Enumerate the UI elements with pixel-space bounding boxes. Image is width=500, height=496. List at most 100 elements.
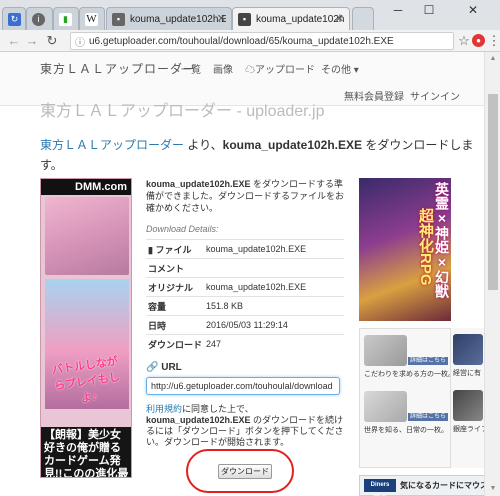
address-bar[interactable]: ⓘ u6.getuploader.com/touhoulal/download/… [70,32,454,50]
row-value: kouma_update102h.EXE [204,239,344,259]
terms-part: に同意した上で、 [182,403,254,414]
address-toolbar: ← → ↻ ⓘ u6.getuploader.com/touhoulal/dow… [0,30,500,52]
table-row: 日時 2016/05/03 11:29:14 [146,315,344,335]
minimize-button[interactable]: ─ [383,0,413,20]
upload-icon: ☁ [245,65,255,76]
page-heading: 東方ＬＡＬアップローダー より、kouma_update102h.EXE をダウ… [40,135,480,175]
tab-sync[interactable]: ↻ [2,7,26,30]
page-icon: ▪ [238,12,251,26]
tab-strip: ↻ i ▮ W ▪ kouma_update102h.EXE ✕ ▪ kouma… [0,0,500,30]
ad-text: 銀座ライフ [453,426,484,433]
tab-title: kouma_update102h.EXE [130,13,226,25]
row-key: 日時 [146,315,204,335]
row-key-label: ファイル [155,244,192,255]
scroll-thumb[interactable] [488,94,498,290]
maximize-button[interactable]: ☐ [414,0,444,20]
row-key: オリジナル [146,277,204,297]
row-key: 容量 [146,296,204,316]
tab-wikipedia[interactable]: W [79,7,105,30]
bookmark-star-icon[interactable]: ☆ [456,33,472,49]
scroll-up-icon[interactable]: ▲ [485,52,500,66]
browser-window: ↻ i ▮ W ▪ kouma_update102h.EXE ✕ ▪ kouma… [0,0,500,496]
terms-link[interactable]: 利用規約 [146,404,182,414]
row-value: 2016/05/03 11:29:14 [204,315,344,335]
row-value: 247 [204,334,344,354]
details-button[interactable]: 詳細はこちら [408,413,448,421]
tab-title: kouma_update102h.EXE [256,13,344,25]
download-panel: kouma_update102h.EXE をダウンロードする準備ができました。ダ… [146,178,348,448]
signal-icon: ▮ [59,12,72,26]
tab-info[interactable]: i [26,7,53,30]
terms-text: 利用規約に同意した上で、kouma_update102h.EXE のダウンロード… [146,404,348,448]
terms-file: kouma_update102h.EXE [146,414,251,425]
tab-download-1[interactable]: ▪ kouma_update102h.EXE ✕ [106,7,232,30]
ad-text: こだわりを求める方の一枚。 [364,371,451,378]
heading-file: kouma_update102h.EXE [222,138,363,152]
ad-text: 経営に有 [453,370,481,377]
row-value: kouma_update102h.EXE [204,277,344,297]
table-row: ダウンロード 247 [146,334,344,354]
details-button[interactable]: 詳細はこちら [408,357,448,365]
card-image [364,391,407,422]
url-text: u6.getuploader.com/touhoulal/download/65… [89,35,394,47]
tab-download-active[interactable]: ▪ kouma_update102h.EXE ✕ [232,7,350,30]
scroll-down-icon[interactable]: ▼ [485,482,500,496]
row-key: ▮ ファイル [146,239,204,259]
download-button[interactable]: ダウンロード [218,464,272,479]
nav-other-label: その他 [321,65,351,76]
wikipedia-icon: W [85,12,98,26]
card-ad-banner[interactable]: 詳細はこちら こだわりを求める方の一枚。 詳細はこちら 世界を知る、日常の一枚。 [359,328,451,468]
row-key: コメント [146,258,204,278]
forward-arrow-icon[interactable]: → [24,33,40,49]
nav-images[interactable]: 画像 [213,61,233,76]
nav-other[interactable]: その他 ▾ [321,61,359,76]
page-icon: ▪ [112,12,125,26]
lead-file: kouma_update102h.EXE [146,179,251,189]
details-label: Download Details: [146,224,219,234]
table-row: 容量 151.8 KB [146,296,344,316]
left-ad-banner[interactable]: DMM.com バトルしながらプレイもしよ♪ 【朗報】美少女好きの俺が贈るカード… [40,178,132,478]
nav-register[interactable]: 無料会員登録 [344,88,404,103]
uploader-link[interactable]: 東方ＬＡＬアップローダー [40,138,184,152]
page-title-behind: 東方ＬＡＬアップローダー - uploader.jp [40,103,325,120]
ad-caption: 【朗報】美少女好きの俺が贈るカードゲーム発見!!このの進化最高www [41,427,131,477]
table-row: コメント [146,258,344,278]
download-url-field[interactable]: http://u6.getuploader.com/touhoulal/down… [146,376,340,395]
nav-upload-label: アップロード [255,65,315,76]
chevron-down-icon: ▾ [351,65,359,76]
nav-upload[interactable]: ☁アップロード [245,61,315,76]
table-row: オリジナル kouma_update102h.EXE [146,277,344,297]
lead-text: kouma_update102h.EXE をダウンロードする準備ができました。ダ… [146,178,348,214]
link-icon: 🔗 [146,361,159,373]
close-icon[interactable]: ✕ [335,12,344,25]
heading-text: より、 [184,138,223,152]
site-brand[interactable]: 東方ＬＡＬアップローダー [40,60,196,77]
nav-list[interactable]: 一覧 [181,61,201,76]
extension-icon[interactable]: ● [472,34,485,47]
card-ad-banner-2[interactable]: 経営に有 銀座ライフ [451,328,484,468]
row-value: 151.8 KB [204,296,344,316]
new-tab-button[interactable] [352,7,374,30]
nav-signin[interactable]: サインイン [410,88,460,103]
ad-slogan: バトルしながらプレイもしよ♪ [51,355,121,405]
row-value [204,258,344,278]
right-ad-banner[interactable]: 英霊×神姫×幻獣 超神化RPG [359,178,451,321]
ad-illustration [45,197,129,275]
tab-signal[interactable]: ▮ [53,7,79,30]
close-icon[interactable]: ✕ [217,12,226,25]
vertical-scrollbar[interactable]: ▲ ▼ [484,52,500,496]
card-image [364,335,407,366]
card-image [453,390,483,421]
diners-logo: Diners Club [364,479,396,496]
ad-subtitle: 超神化RPG [417,208,434,286]
dmm-logo: DMM.com [41,179,131,195]
menu-icon[interactable]: ⋮ [486,33,500,49]
page-info-icon[interactable]: ⓘ [75,34,85,49]
table-row: ▮ ファイル kouma_update102h.EXE [146,239,344,259]
info-icon: i [32,12,45,26]
close-window-button[interactable]: ✕ [458,0,488,20]
ad-text: 世界を知る、日常の一枚。 [364,427,448,434]
back-arrow-icon[interactable]: ← [6,33,22,49]
reload-icon[interactable]: ↻ [44,33,60,49]
diners-ad-banner[interactable]: Diners Club 気になるカードにマウス [359,475,494,496]
